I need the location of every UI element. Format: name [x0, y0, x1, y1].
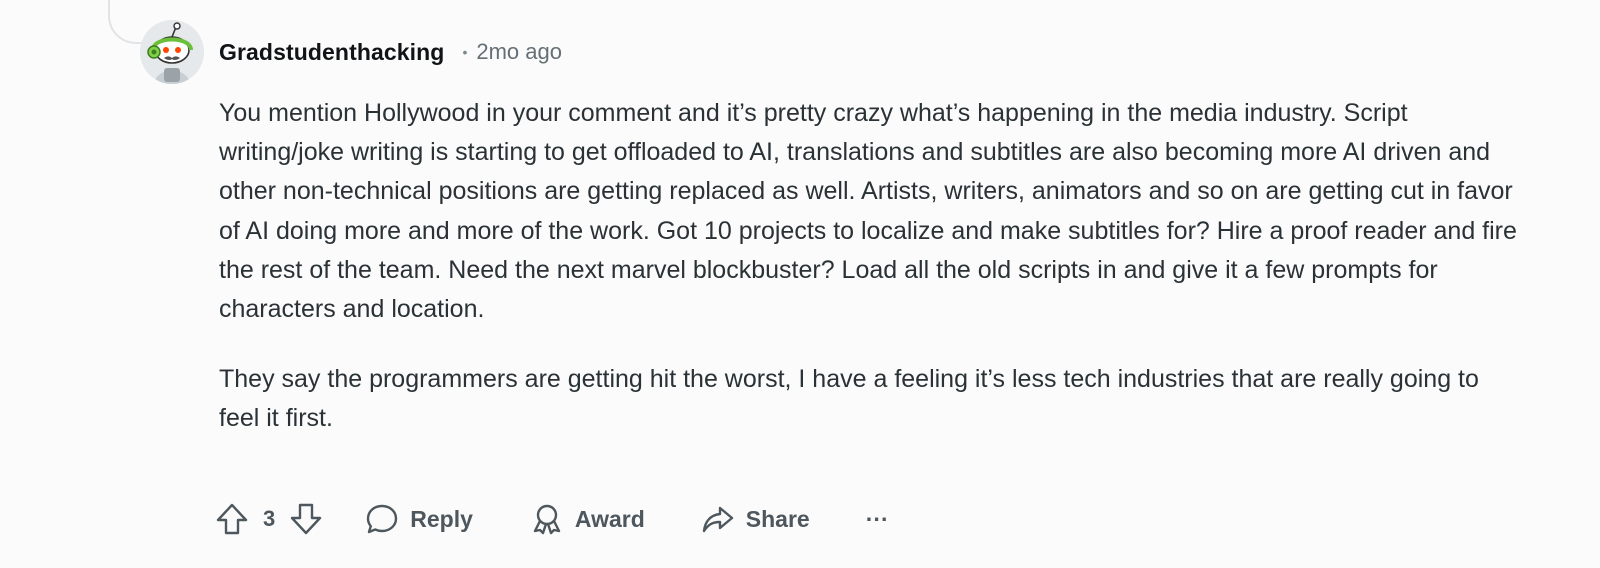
upvote-arrow-icon [216, 503, 248, 535]
share-arrow-icon [702, 506, 733, 533]
author-name[interactable]: Gradstudenthacking [219, 39, 444, 66]
downvote-arrow-icon [291, 503, 322, 535]
avatar[interactable] [140, 20, 204, 84]
vote-count: 3 [263, 506, 276, 531]
comment-paragraph: You mention Hollywood in your comment an… [219, 99, 1517, 324]
ellipsis-icon: ··· [865, 505, 889, 532]
award-button[interactable]: Award [530, 502, 645, 536]
share-button[interactable]: Share [701, 502, 810, 536]
comment-header: Gradstudenthacking • 2mo ago [219, 36, 562, 68]
more-options-button[interactable]: ··· [866, 506, 889, 533]
timestamp[interactable]: 2mo ago [476, 39, 562, 65]
meta-separator: • [462, 44, 468, 60]
award-label: Award [574, 505, 645, 532]
speech-bubble-icon [367, 504, 398, 534]
snoo-avatar-icon [140, 20, 204, 84]
share-label: Share [745, 505, 810, 532]
upvote-button[interactable] [215, 502, 249, 536]
reply-label: Reply [410, 505, 473, 532]
downvote-button[interactable] [289, 502, 323, 536]
award-ribbon-icon [533, 504, 561, 535]
comment: Gradstudenthacking • 2mo ago You mention… [0, 0, 1600, 568]
comment-paragraph: They say the programmers are getting hit… [219, 365, 1479, 433]
reply-button[interactable]: Reply [365, 502, 473, 536]
comment-actions: 3 Reply Award Share ··· [215, 497, 889, 541]
comment-body: You mention Hollywood in your comment an… [219, 94, 1519, 470]
